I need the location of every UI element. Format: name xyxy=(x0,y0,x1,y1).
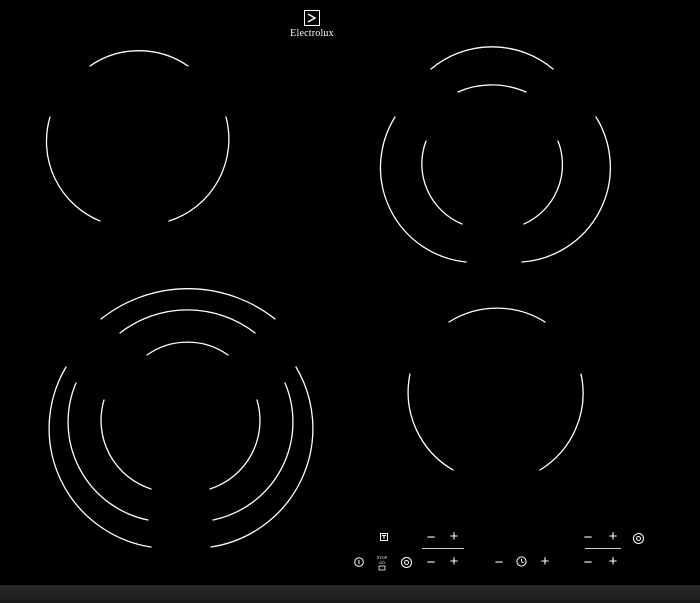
zone-plus-button-upper-2[interactable]: + xyxy=(607,529,619,544)
lock-icon[interactable] xyxy=(380,533,388,541)
zone-plus-button-upper-1[interactable]: + xyxy=(448,529,460,544)
brand-name: Electrolux xyxy=(290,28,334,39)
cooking-zones xyxy=(45,46,611,548)
zone-minus-button-lower-1[interactable]: − xyxy=(425,555,437,570)
zone-rear-left xyxy=(45,50,230,222)
control-divider-2 xyxy=(585,548,621,549)
timer-icon[interactable] xyxy=(516,556,527,567)
zone-minus-button-upper-2[interactable]: − xyxy=(582,530,594,545)
timer-plus-button[interactable]: + xyxy=(539,554,551,569)
control-divider-1 xyxy=(422,548,464,549)
brand-logo: Electrolux xyxy=(272,10,352,39)
zone-front-right xyxy=(407,307,584,471)
bridge-icon[interactable] xyxy=(633,533,644,544)
settings-circle-icon[interactable] xyxy=(401,557,412,568)
electrolux-logo-icon xyxy=(304,10,320,26)
zone-front-left xyxy=(48,288,314,548)
power-icon[interactable] xyxy=(354,557,364,567)
zone-minus-button-lower-2[interactable]: − xyxy=(582,555,594,570)
timer-minus-button[interactable]: − xyxy=(493,555,505,570)
zone-minus-button-upper-1[interactable]: − xyxy=(425,530,437,545)
stop-go-icon[interactable] xyxy=(378,565,386,571)
stop-go-label: STOP GO xyxy=(376,555,388,565)
zone-plus-button-lower-2[interactable]: + xyxy=(607,554,619,569)
zone-plus-button-lower-1[interactable]: + xyxy=(448,554,460,569)
zone-rear-right xyxy=(379,46,611,263)
